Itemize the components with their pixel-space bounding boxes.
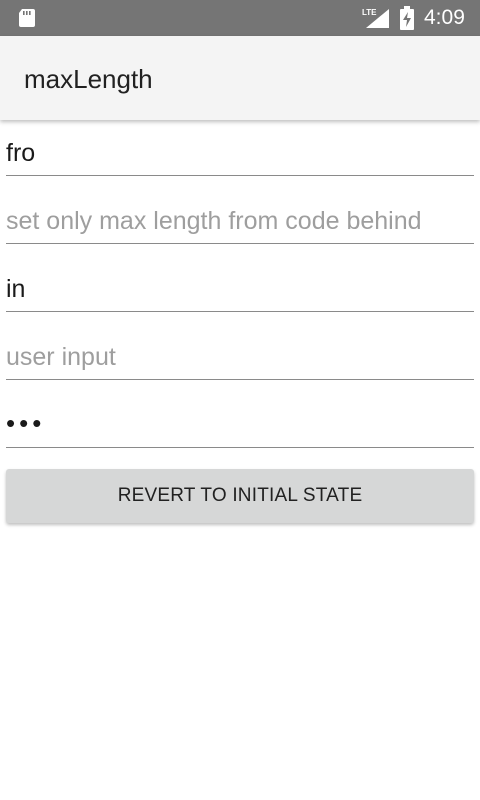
sd-card-icon <box>19 9 35 27</box>
battery-charging-icon <box>400 6 414 30</box>
lte-signal-icon: LTE <box>362 8 389 28</box>
revert-button[interactable]: REVERT TO INITIAL STATE <box>6 469 474 523</box>
entry-placeholder: user input <box>6 343 116 371</box>
entry-value: in <box>6 275 26 303</box>
max-length-entry-1[interactable]: fro <box>6 132 474 176</box>
page-title: maxLength <box>24 64 153 94</box>
entry-placeholder: set only max length from code behind <box>6 207 422 235</box>
clock: 4:09 <box>424 6 465 29</box>
status-bar: LTE 4:09 <box>0 0 480 36</box>
password-value: ••• <box>6 408 46 438</box>
entry-value: fro <box>6 139 36 167</box>
user-input-entry[interactable]: user input <box>6 336 474 380</box>
code-behind-max-length-entry[interactable]: set only max length from code behind <box>6 200 474 244</box>
network-label: LTE <box>362 8 377 17</box>
password-entry[interactable]: ••• <box>6 404 474 448</box>
max-length-entry-2[interactable]: in <box>6 268 474 312</box>
app-bar: maxLength <box>0 36 480 120</box>
